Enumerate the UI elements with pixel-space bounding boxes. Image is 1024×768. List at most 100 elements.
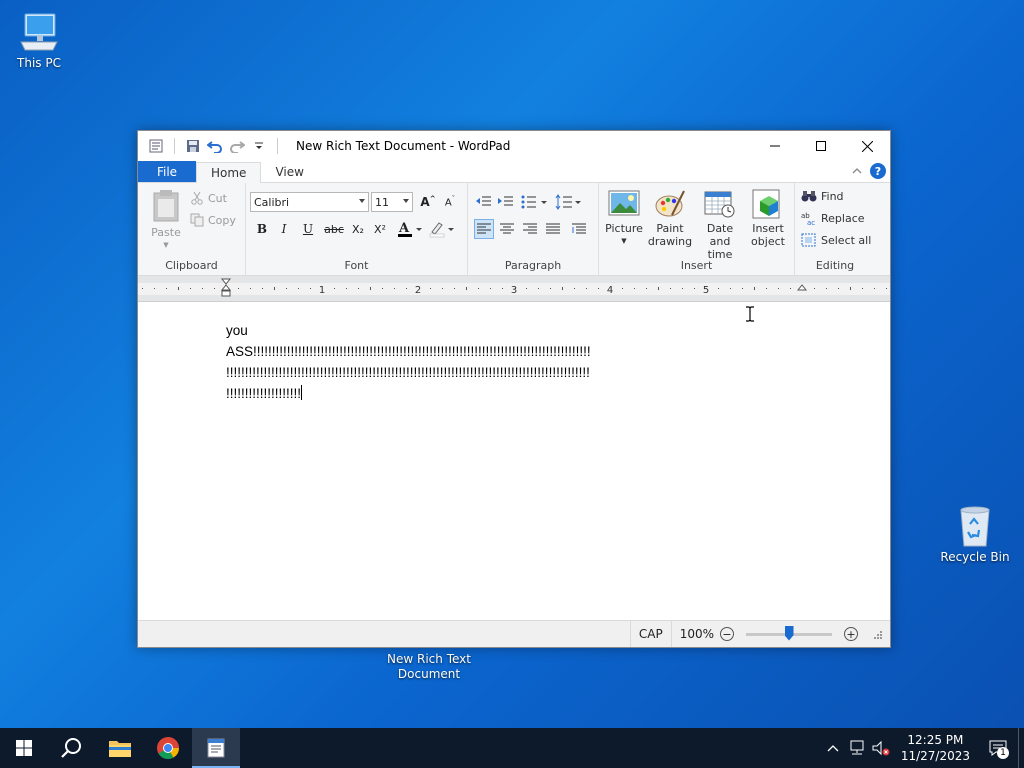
- font-family-select[interactable]: Calibri: [250, 192, 369, 212]
- zoom-slider-thumb[interactable]: [784, 625, 794, 641]
- show-hidden-icons-button[interactable]: [821, 728, 845, 768]
- tab-view[interactable]: View: [261, 161, 317, 182]
- close-icon: [861, 140, 873, 152]
- network-button[interactable]: [845, 728, 869, 768]
- document-area[interactable]: you ASS!!!!!!!!!!!!!!!!!!!!!!!!!!!!!!!!!!…: [138, 306, 890, 620]
- decrease-indent-button[interactable]: [474, 192, 494, 212]
- show-desktop-button[interactable]: [1018, 728, 1024, 768]
- right-indent-marker[interactable]: [796, 284, 808, 291]
- chrome-button[interactable]: [144, 728, 192, 768]
- close-button[interactable]: [844, 131, 890, 161]
- paragraph-group: Paragraph: [468, 183, 599, 275]
- folder-icon: [109, 741, 131, 757]
- save-icon[interactable]: [183, 136, 203, 156]
- bold-button[interactable]: B: [252, 219, 272, 239]
- action-center-button[interactable]: 1: [978, 728, 1018, 768]
- align-left-button[interactable]: [474, 219, 494, 239]
- ribbon-right-controls: ?: [852, 163, 886, 179]
- resize-grip-icon[interactable]: [872, 629, 882, 639]
- font-size-value: 11: [375, 195, 389, 209]
- ruler-number: 5: [703, 285, 709, 296]
- text-color-button[interactable]: A: [396, 219, 426, 239]
- tab-home[interactable]: Home: [196, 162, 262, 183]
- align-right-icon: [523, 223, 537, 234]
- customize-qat-chevron-icon[interactable]: [249, 136, 269, 156]
- insert-group: Picture ▼ Paint drawing Date and time In…: [599, 183, 795, 275]
- find-label: Find: [821, 189, 844, 203]
- select-all-button[interactable]: Select all: [801, 233, 871, 247]
- clock[interactable]: 12:25 PM 11/27/2023: [893, 732, 978, 764]
- find-button[interactable]: Find: [801, 189, 844, 203]
- grow-font-button[interactable]: A^: [418, 192, 438, 212]
- cut-button[interactable]: Cut: [190, 191, 227, 205]
- clipboard-group: Paste ▼ Cut Copy Clipboard: [138, 183, 246, 275]
- paste-dropdown-arrow: ▼: [163, 241, 169, 249]
- desktop-icon-this-pc[interactable]: This PC: [0, 10, 79, 70]
- redo-icon[interactable]: [227, 136, 247, 156]
- bullets-button[interactable]: [520, 192, 550, 212]
- scissors-icon: [191, 191, 203, 205]
- desktop-icon-label: Recycle Bin: [940, 550, 1010, 564]
- paste-label: Paste: [151, 226, 181, 239]
- copy-label: Copy: [208, 213, 236, 227]
- maximize-icon: [816, 141, 826, 151]
- undo-icon[interactable]: [205, 136, 225, 156]
- wordpad-taskbar-button[interactable]: [192, 728, 240, 768]
- picture-button[interactable]: Picture ▼: [603, 189, 645, 248]
- highlight-color-button[interactable]: [428, 219, 458, 239]
- underline-button[interactable]: U: [298, 219, 318, 239]
- zoom-in-button[interactable]: +: [844, 627, 858, 641]
- italic-button[interactable]: I: [274, 219, 294, 239]
- subscript-button[interactable]: X₂: [348, 219, 368, 239]
- wordpad-app-icon[interactable]: [146, 136, 166, 156]
- shrink-font-button[interactable]: Aˇ: [440, 192, 460, 212]
- font-size-select[interactable]: 11: [371, 192, 413, 212]
- left-indent-marker[interactable]: [220, 278, 232, 297]
- replace-button[interactable]: ab ac Replace: [801, 211, 865, 226]
- picture-icon: [608, 190, 640, 216]
- search-button[interactable]: [48, 728, 96, 768]
- help-icon[interactable]: ?: [870, 163, 886, 179]
- document-line: you: [226, 323, 248, 338]
- text-caret: [301, 385, 303, 400]
- increase-indent-button[interactable]: [496, 192, 516, 212]
- maximize-button[interactable]: [798, 131, 844, 161]
- replace-label: Replace: [821, 211, 865, 225]
- font-family-value: Calibri: [254, 195, 290, 209]
- select-all-label: Select all: [821, 233, 872, 247]
- desktop-icon-label: New Rich Text Document: [387, 652, 471, 681]
- desktop-icon-recycle-bin[interactable]: Recycle Bin: [935, 502, 1015, 564]
- shrink-font-icon: Aˇ: [444, 195, 456, 209]
- minimize-icon: [770, 145, 780, 147]
- paragraph-settings-button[interactable]: [569, 219, 589, 239]
- paste-button[interactable]: Paste ▼: [146, 189, 186, 252]
- align-right-button[interactable]: [520, 219, 540, 239]
- start-button[interactable]: [0, 728, 48, 768]
- minimize-ribbon-icon[interactable]: [852, 167, 862, 175]
- font-group: Calibri 11 A^ Aˇ B I U abc X₂ X² A Font: [246, 183, 468, 275]
- decrease-indent-icon: [476, 196, 491, 206]
- date-time-button[interactable]: Date and time: [695, 189, 745, 261]
- desktop-icon-new-rich-text-document[interactable]: New Rich Text Document: [379, 652, 479, 682]
- line-spacing-button[interactable]: [554, 192, 584, 212]
- strikethrough-button[interactable]: abc: [322, 219, 346, 239]
- justify-button[interactable]: [543, 219, 563, 239]
- file-explorer-button[interactable]: [96, 728, 144, 768]
- ruler[interactable]: 1 2 3 4 5: [138, 276, 890, 302]
- volume-button[interactable]: [869, 728, 893, 768]
- paint-drawing-button[interactable]: Paint drawing: [647, 189, 693, 248]
- chrome-icon: [157, 737, 179, 759]
- copy-button[interactable]: Copy: [190, 213, 236, 227]
- text-color-icon: A: [398, 221, 422, 237]
- zoom-out-button[interactable]: −: [720, 627, 734, 641]
- desktop-icon-label: This PC: [17, 56, 61, 70]
- tab-file[interactable]: File: [138, 161, 196, 182]
- superscript-button[interactable]: X²: [370, 219, 390, 239]
- zoom-slider[interactable]: [746, 625, 832, 641]
- ribbon: Paste ▼ Cut Copy Clipboard Calibri 11 A^…: [138, 183, 890, 276]
- insert-object-button[interactable]: Insert object: [747, 189, 789, 248]
- align-center-button[interactable]: [497, 219, 517, 239]
- minimize-button[interactable]: [752, 131, 798, 161]
- paint-palette-icon: [655, 190, 685, 217]
- document-text[interactable]: you ASS!!!!!!!!!!!!!!!!!!!!!!!!!!!!!!!!!!…: [226, 320, 591, 404]
